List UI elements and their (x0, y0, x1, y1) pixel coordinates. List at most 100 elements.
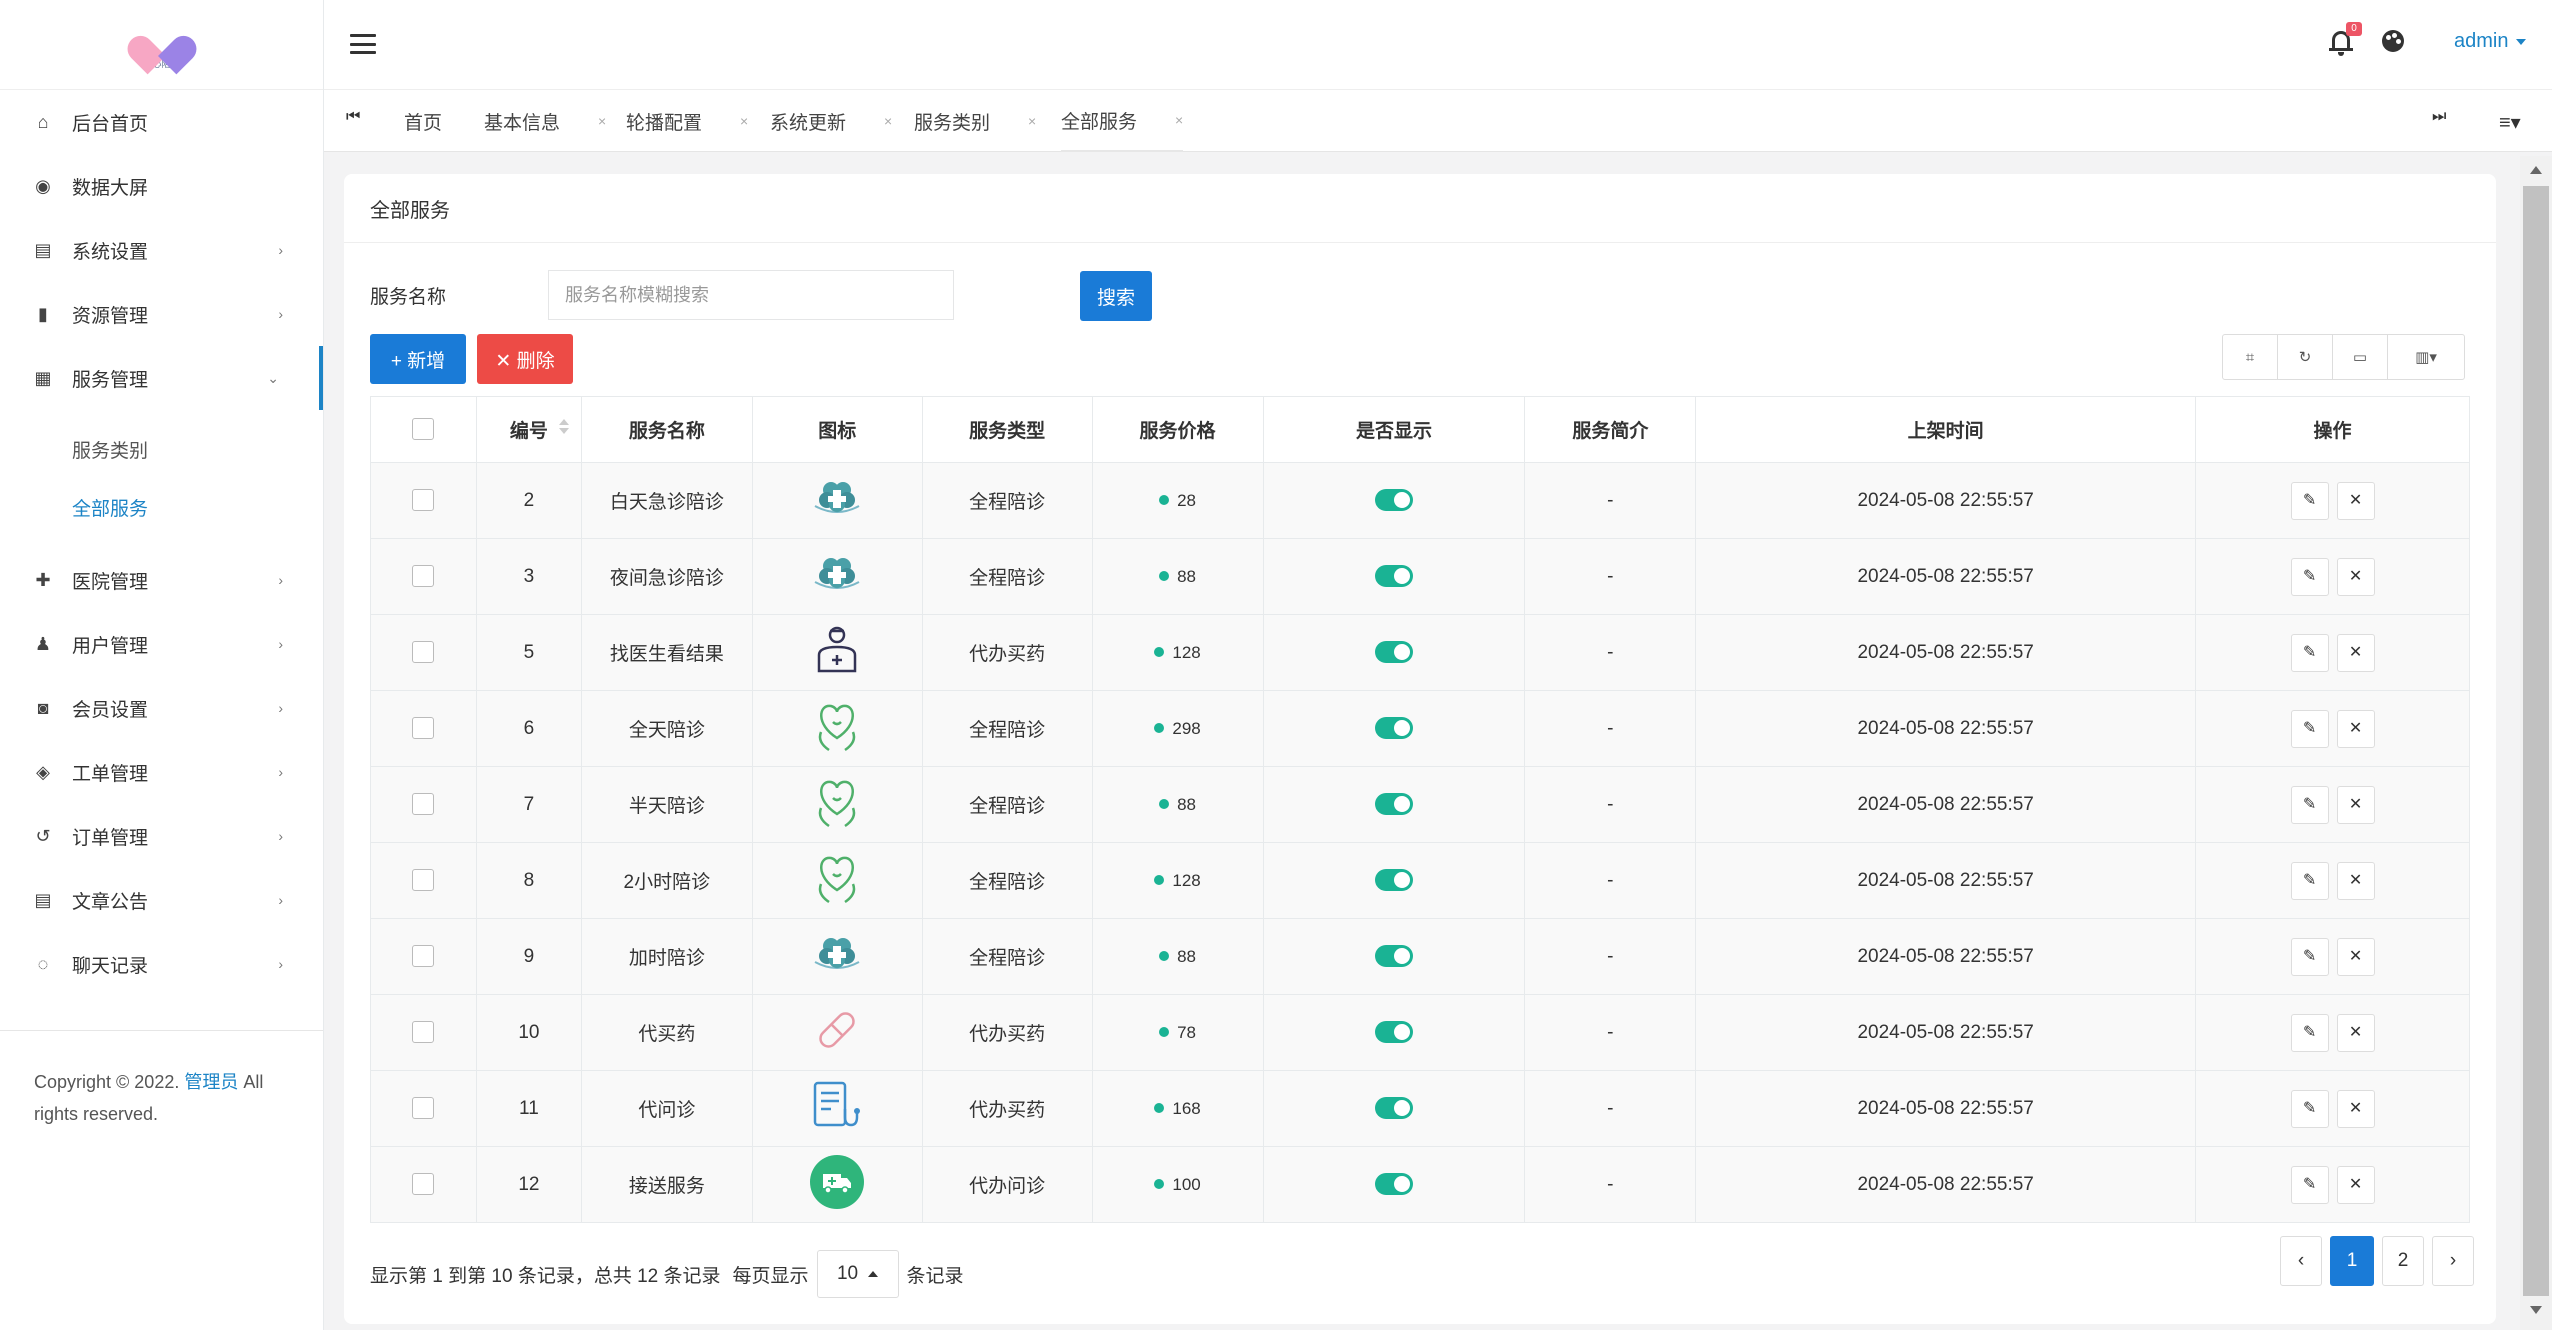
table-row[interactable]: 11 代问诊 代办买药 168-2024-05-08 22:55:57 ✎ ✕ (370, 1070, 2470, 1147)
visible-toggle[interactable] (1374, 489, 1413, 512)
table-row[interactable]: 3 夜间急诊陪诊 全程陪诊 88-2024-05-08 22:55:57 ✎ ✕ (370, 538, 2470, 615)
row-checkbox[interactable] (412, 1173, 435, 1196)
table-row[interactable]: 5 找医生看结果 代办买药 128-2024-05-08 22:55:57 ✎ ✕ (370, 614, 2470, 691)
row-select[interactable] (370, 842, 477, 919)
sidebar-item-b-3[interactable]: ◈ 工单管理 › (0, 740, 323, 804)
menu-toggle-icon[interactable] (350, 34, 376, 54)
scroll-thumb[interactable] (2523, 186, 2549, 1296)
row-select[interactable] (370, 538, 477, 615)
sidebar-item-b-0[interactable]: ✚ 医院管理 › (0, 548, 323, 612)
edit-pencil-icon[interactable]: ✎ (2290, 709, 2329, 748)
row-select[interactable] (370, 462, 477, 539)
visible-toggle[interactable] (1374, 1097, 1413, 1120)
row-checkbox[interactable] (412, 641, 435, 664)
sidebar-item-a-1[interactable]: ◉ 数据大屏 (0, 154, 323, 218)
edit-pencil-icon[interactable]: ✎ (2290, 1089, 2329, 1128)
sidebar-item-a-3[interactable]: ▮ 资源管理 › (0, 282, 323, 346)
delete-x-icon[interactable]: ✕ (2336, 633, 2375, 672)
row-checkbox[interactable] (412, 869, 435, 892)
toggle-search-icon[interactable]: ⌗ (2223, 335, 2278, 379)
table-row[interactable]: 12 接送服务 代办问诊 100-2024-05-08 22:55:57 ✎ ✕ (370, 1146, 2470, 1223)
tab-options-icon[interactable]: ≡▾ (2499, 110, 2521, 135)
select-all-checkbox[interactable] (412, 418, 435, 441)
tab-close-icon[interactable]: × (740, 113, 748, 129)
sidebar-item-b-4[interactable]: ↺ 订单管理 › (0, 804, 323, 868)
delete-x-icon[interactable]: ✕ (2336, 1089, 2375, 1128)
tab-0[interactable]: 首页 (404, 90, 442, 152)
tab-4[interactable]: 服务类别 × (914, 90, 1036, 152)
tab-3[interactable]: 系统更新 × (770, 90, 892, 152)
visible-toggle[interactable] (1374, 793, 1413, 816)
table-row[interactable]: 2 白天急诊陪诊 全程陪诊 28-2024-05-08 22:55:57 ✎ ✕ (370, 462, 2470, 539)
delete-button[interactable]: ✕ 删除 (477, 334, 573, 384)
table-row[interactable]: 7 半天陪诊 全程陪诊 88-2024-05-08 22:55:57 ✎ ✕ (370, 766, 2470, 843)
user-dropdown[interactable]: admin (2454, 30, 2527, 53)
page-size-select[interactable]: 10 (816, 1250, 899, 1298)
edit-pencil-icon[interactable]: ✎ (2290, 557, 2329, 596)
sidebar-item-a-2[interactable]: ▤ 系统设置 › (0, 218, 323, 282)
sidebar-item-a-4[interactable]: ▦ 服务管理 ⌄ (0, 346, 323, 410)
visible-toggle[interactable] (1374, 565, 1413, 588)
row-select[interactable] (370, 1146, 477, 1223)
page-button[interactable]: 2 (2382, 1236, 2424, 1286)
delete-x-icon[interactable]: ✕ (2336, 937, 2375, 976)
edit-pencil-icon[interactable]: ✎ (2290, 937, 2329, 976)
scrollbar[interactable] (2520, 156, 2552, 1330)
tab-1[interactable]: 基本信息 × (484, 90, 606, 152)
row-checkbox[interactable] (412, 565, 435, 588)
table-row[interactable]: 9 加时陪诊 全程陪诊 88-2024-05-08 22:55:57 ✎ ✕ (370, 918, 2470, 995)
logo[interactable]: + 暖心陪诊 (0, 0, 323, 90)
header-id[interactable]: 编号 (475, 396, 582, 463)
view-toggle-icon[interactable]: ▭ (2333, 335, 2388, 379)
row-select[interactable] (370, 918, 477, 995)
search-button[interactable]: 搜索 (1080, 271, 1152, 321)
visible-toggle[interactable] (1374, 641, 1413, 664)
delete-x-icon[interactable]: ✕ (2336, 481, 2375, 520)
edit-pencil-icon[interactable]: ✎ (2290, 861, 2329, 900)
header-select-all[interactable] (370, 396, 477, 463)
sidebar-item-b-1[interactable]: ♟ 用户管理 › (0, 612, 323, 676)
delete-x-icon[interactable]: ✕ (2336, 861, 2375, 900)
add-button[interactable]: + 新增 (370, 334, 466, 384)
submenu-item-1[interactable]: 全部服务 (0, 478, 323, 536)
row-select[interactable] (370, 1070, 477, 1147)
delete-x-icon[interactable]: ✕ (2336, 709, 2375, 748)
columns-icon[interactable]: ▥▾ (2388, 335, 2464, 379)
table-row[interactable]: 6 全天陪诊 全程陪诊 298-2024-05-08 22:55:57 ✎ ✕ (370, 690, 2470, 767)
delete-x-icon[interactable]: ✕ (2336, 557, 2375, 596)
edit-pencil-icon[interactable]: ✎ (2290, 481, 2329, 520)
prev-page-button[interactable]: ‹ (2280, 1236, 2322, 1286)
edit-pencil-icon[interactable]: ✎ (2290, 785, 2329, 824)
tab-5[interactable]: 全部服务 × (1061, 90, 1184, 152)
tab-close-icon[interactable]: × (884, 113, 892, 129)
tab-close-icon[interactable]: × (1175, 112, 1183, 128)
refresh-icon[interactable]: ↻ (2278, 335, 2333, 379)
palette-icon[interactable] (2382, 30, 2404, 52)
tab-scroll-right-icon[interactable]: ⏭ (2432, 108, 2446, 126)
edit-pencil-icon[interactable]: ✎ (2290, 1013, 2329, 1052)
page-button[interactable]: 1 (2330, 1236, 2374, 1286)
edit-pencil-icon[interactable]: ✎ (2290, 633, 2329, 672)
sort-icon[interactable] (558, 419, 569, 434)
visible-toggle[interactable] (1374, 869, 1413, 892)
row-checkbox[interactable] (412, 945, 435, 968)
tab-2[interactable]: 轮播配置 × (626, 90, 748, 152)
visible-toggle[interactable] (1374, 1021, 1413, 1044)
copyright-link[interactable]: 管理员 (184, 1072, 238, 1092)
table-row[interactable]: 10 代买药 代办买药 78-2024-05-08 22:55:57 ✎ ✕ (370, 994, 2470, 1071)
next-page-button[interactable]: › (2432, 1236, 2474, 1286)
row-checkbox[interactable] (412, 489, 435, 512)
sidebar-item-a-0[interactable]: ⌂ 后台首页 (0, 90, 323, 154)
row-checkbox[interactable] (412, 1021, 435, 1044)
scroll-down-arrow[interactable] (2530, 1306, 2542, 1314)
edit-pencil-icon[interactable]: ✎ (2290, 1165, 2329, 1204)
submenu-item-0[interactable]: 服务类别 (0, 420, 323, 478)
row-checkbox[interactable] (412, 717, 435, 740)
row-select[interactable] (370, 614, 477, 691)
tab-close-icon[interactable]: × (598, 113, 606, 129)
row-select[interactable] (370, 766, 477, 843)
scroll-up-arrow[interactable] (2530, 166, 2542, 174)
visible-toggle[interactable] (1374, 1173, 1413, 1196)
delete-x-icon[interactable]: ✕ (2336, 1165, 2375, 1204)
visible-toggle[interactable] (1374, 717, 1413, 740)
